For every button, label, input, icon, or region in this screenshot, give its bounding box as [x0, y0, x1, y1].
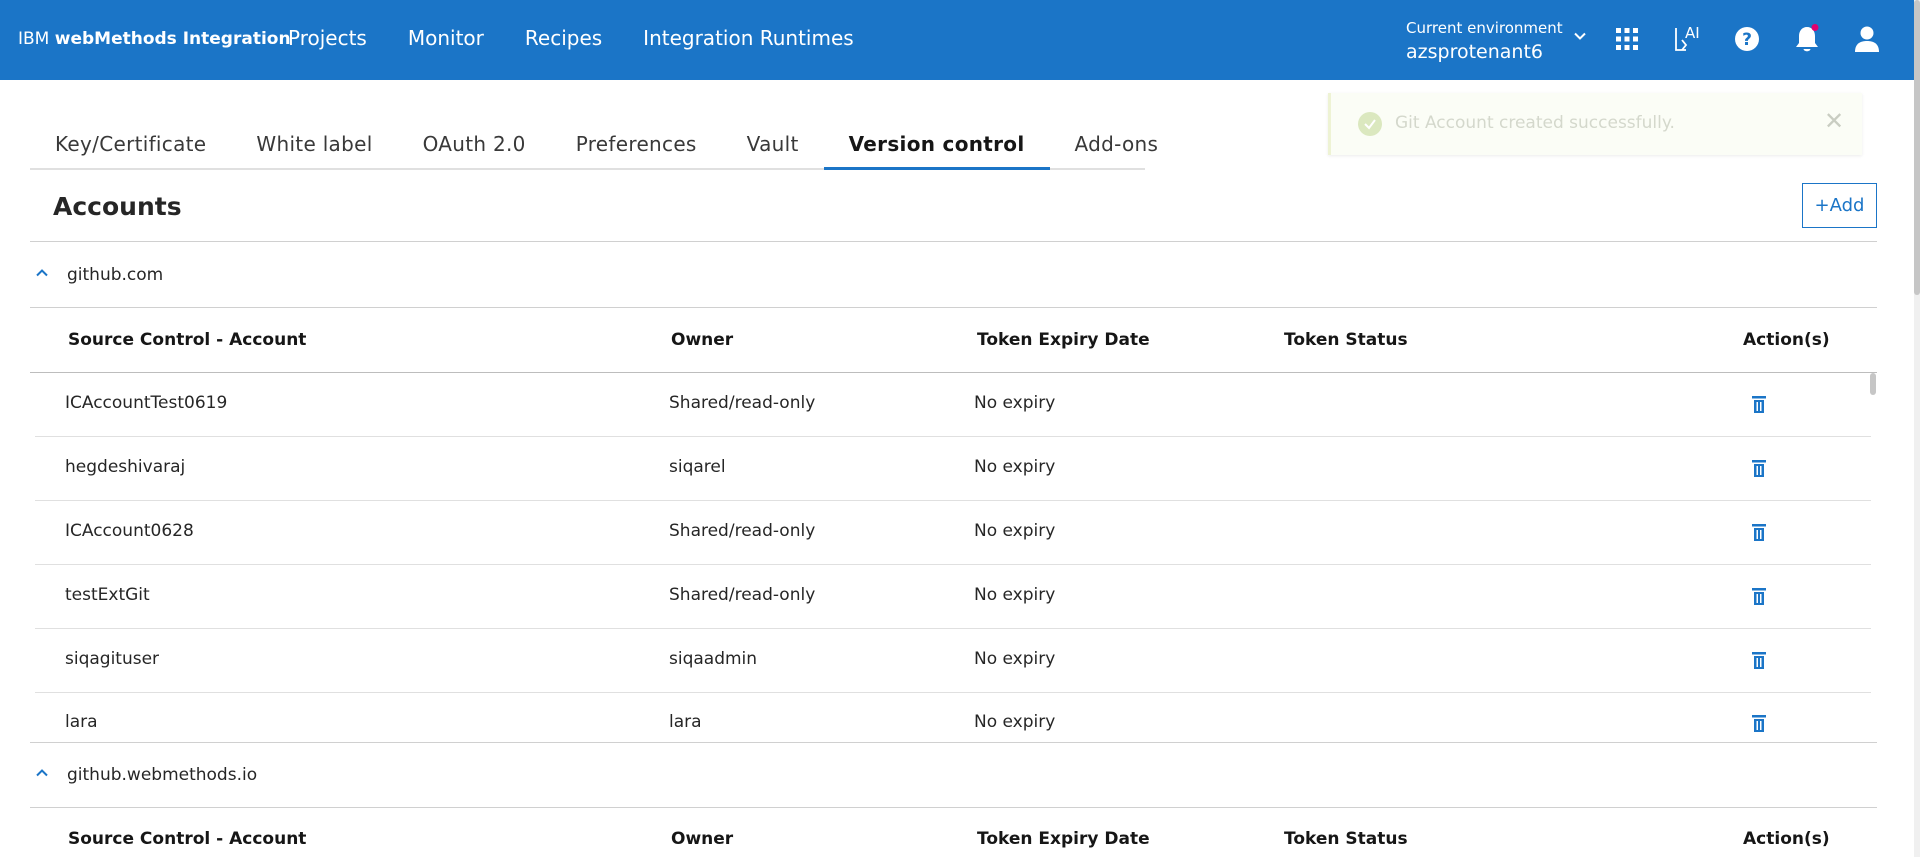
chevron-down-icon[interactable] [1572, 28, 1588, 44]
account-cell: lara [65, 712, 98, 732]
column-header-actions: Action(s) [1743, 330, 1830, 350]
delete-icon[interactable] [1748, 456, 1770, 480]
tab-add-ons[interactable]: Add-ons [1050, 126, 1184, 170]
delete-icon[interactable] [1748, 520, 1770, 544]
column-header-actions: Action(s) [1743, 829, 1830, 849]
expiry-cell: No expiry [974, 712, 1056, 732]
owner-cell: Shared/read-only [669, 393, 816, 413]
column-header-account: Source Control - Account [68, 330, 307, 350]
brand-name: webMethods Integration [54, 29, 291, 49]
column-header-owner: Owner [671, 829, 734, 849]
column-header-token-expiry: Token Expiry Date [977, 829, 1150, 849]
nav-recipes[interactable]: Recipes [525, 26, 602, 50]
account-cell: ICAccount0628 [65, 521, 194, 541]
top-navigation-bar: IBM webMethods Integration Projects Moni… [0, 0, 1914, 80]
table-row: siqagituser siqaadmin No expiry [35, 629, 1871, 693]
expiry-cell: No expiry [974, 585, 1056, 605]
divider [30, 307, 1877, 308]
notification-dot [1811, 24, 1819, 31]
column-header-account: Source Control - Account [68, 829, 307, 849]
success-toast: Git Account created successfully. ✕ [1328, 93, 1862, 155]
expiry-cell: No expiry [974, 393, 1056, 413]
expiry-cell: No expiry [974, 521, 1056, 541]
accounts-title: Accounts [53, 192, 182, 221]
table-row: testExtGit Shared/read-only No expiry [35, 565, 1871, 629]
table-row: hegdeshivaraj siqarel No expiry [35, 437, 1871, 501]
user-avatar-icon[interactable] [1852, 24, 1882, 54]
nav-integration-runtimes[interactable]: Integration Runtimes [643, 26, 854, 50]
brand-prefix: IBM [18, 29, 50, 49]
owner-cell: siqaadmin [669, 649, 758, 669]
chevron-up-icon[interactable] [34, 265, 50, 281]
owner-cell: lara [669, 712, 702, 732]
nav-projects[interactable]: Projects [288, 26, 367, 50]
tab-key-certificate[interactable]: Key/Certificate [30, 126, 231, 170]
environment-label: Current environment [1406, 19, 1563, 37]
ai-label: AI [1685, 24, 1700, 42]
tab-version-control[interactable]: Version control [823, 126, 1050, 170]
delete-icon[interactable] [1748, 711, 1770, 735]
delete-icon[interactable] [1748, 392, 1770, 416]
delete-icon[interactable] [1748, 584, 1770, 608]
table-scrollbar-thumb[interactable] [1870, 373, 1876, 395]
account-cell: ICAccountTest0619 [65, 393, 228, 413]
owner-cell: siqarel [669, 457, 726, 477]
delete-icon[interactable] [1748, 648, 1770, 672]
page-scrollbar-thumb[interactable] [1914, 0, 1920, 295]
ai-assistant-icon[interactable]: AI [1672, 24, 1702, 54]
account-cell: testExtGit [65, 585, 150, 605]
tab-white-label[interactable]: White label [231, 126, 397, 170]
expiry-cell: No expiry [974, 457, 1056, 477]
divider [30, 807, 1877, 808]
group-header-github-com[interactable]: github.com [30, 245, 1877, 307]
table-row: ICAccount0628 Shared/read-only No expiry [35, 501, 1871, 565]
checkmark-icon [1358, 112, 1382, 136]
tab-preferences[interactable]: Preferences [551, 126, 722, 170]
column-header-token-expiry: Token Expiry Date [977, 330, 1150, 350]
toast-message: Git Account created successfully. [1395, 113, 1675, 133]
group-header-github-webmethods-io[interactable]: github.webmethods.io [30, 745, 1877, 807]
divider [30, 742, 1877, 743]
column-header-token-status: Token Status [1284, 330, 1408, 350]
account-cell: siqagituser [65, 649, 160, 669]
owner-cell: Shared/read-only [669, 585, 816, 605]
tab-oauth[interactable]: OAuth 2.0 [398, 126, 551, 170]
expiry-cell: No expiry [974, 649, 1056, 669]
svg-text:?: ? [1742, 30, 1752, 50]
environment-selector[interactable]: Current environment azsprotenant6 [1406, 19, 1563, 63]
divider [30, 241, 1877, 242]
settings-tabs: Key/Certificate White label OAuth 2.0 Pr… [30, 126, 1158, 170]
add-account-button[interactable]: +Add [1802, 183, 1877, 228]
notifications-icon[interactable] [1792, 24, 1822, 54]
main-nav: Projects Monitor Recipes Integration Run… [288, 26, 895, 50]
nav-monitor[interactable]: Monitor [408, 26, 484, 50]
column-header-token-status: Token Status [1284, 829, 1408, 849]
tab-vault[interactable]: Vault [722, 126, 824, 170]
table-row: ICAccountTest0619 Shared/read-only No ex… [35, 373, 1871, 437]
product-brand[interactable]: IBM webMethods Integration [18, 29, 291, 49]
chevron-up-icon[interactable] [34, 765, 50, 781]
group-label: github.com [67, 265, 164, 285]
apps-grid-icon[interactable] [1612, 24, 1642, 54]
account-cell: hegdeshivaraj [65, 457, 186, 477]
table-row: lara lara No expiry [35, 693, 1871, 742]
column-header-owner: Owner [671, 330, 734, 350]
group-label: github.webmethods.io [67, 765, 258, 785]
help-icon[interactable]: ? [1732, 24, 1762, 54]
owner-cell: Shared/read-only [669, 521, 816, 541]
close-icon[interactable]: ✕ [1824, 109, 1844, 133]
environment-name: azsprotenant6 [1406, 41, 1543, 63]
